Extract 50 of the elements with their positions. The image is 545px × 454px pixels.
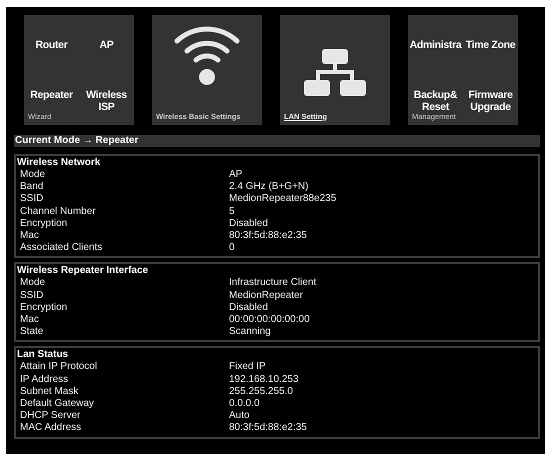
field-label: Mode xyxy=(20,277,46,290)
field-label: Channel Number xyxy=(20,206,97,218)
field-label: Encryption xyxy=(20,218,68,230)
tile-link[interactable]: Firmware Upgrade xyxy=(463,89,518,113)
tile-link[interactable]: Router xyxy=(24,39,79,51)
field-label: Mac xyxy=(20,314,40,326)
tile-link[interactable]: Administra xyxy=(408,39,463,51)
field-value: 80:3f:5d:88:e2:35 xyxy=(229,230,307,242)
tile-link[interactable]: Backup& Reset xyxy=(408,89,463,113)
field-value: 5 xyxy=(229,206,235,218)
field-label: IP Address xyxy=(20,374,70,386)
field-label: Mac xyxy=(20,230,40,242)
field-label: Mode xyxy=(20,169,46,182)
field-value: Infrastructure Client xyxy=(229,277,316,290)
field-value: AP xyxy=(229,169,242,182)
field-value: MedionRepeater88e235 xyxy=(229,193,336,206)
field-label: Subnet Mask xyxy=(20,386,80,398)
field-value: 0 xyxy=(229,242,235,254)
panel-title: Lan Status xyxy=(16,348,70,362)
current-mode-bar: Current Mode → Repeater xyxy=(14,135,540,147)
field-value: Disabled xyxy=(229,302,268,314)
tile-link[interactable]: Repeater xyxy=(24,89,79,101)
field-value: 80:3f:5d:88:e2:35 xyxy=(229,422,307,435)
field-value: 2.4 GHz (B+G+N) xyxy=(229,181,308,194)
field-label: MAC Address xyxy=(20,422,82,435)
field-label: SSID xyxy=(20,290,44,302)
tile-link[interactable]: Time Zone xyxy=(463,39,518,51)
field-value: MedionRepeater xyxy=(229,290,303,302)
tile-link[interactable]: AP xyxy=(79,39,134,51)
panel-title: Wireless Network xyxy=(16,156,102,169)
network-icon xyxy=(304,49,366,97)
field-value: Disabled xyxy=(229,218,268,230)
field-label: Default Gateway xyxy=(20,398,95,410)
field-value: 00:00:00:00:00:00 xyxy=(229,314,310,326)
field-label: Band xyxy=(20,181,44,194)
field-value: Auto xyxy=(229,410,250,422)
field-value: Scanning xyxy=(229,326,271,338)
field-value: 192.168.10.253 xyxy=(229,374,299,386)
field-label: Associated Clients xyxy=(20,242,104,254)
field-label: SSID xyxy=(20,193,44,206)
wifi-icon xyxy=(174,25,240,87)
field-value: 0.0.0.0 xyxy=(229,398,260,410)
field-label: Attain IP Protocol xyxy=(20,361,98,374)
field-label: DHCP Server xyxy=(20,410,82,422)
field-value: 255.255.255.0 xyxy=(229,386,293,398)
field-label: Encryption xyxy=(20,302,68,314)
tile-link[interactable]: Wireless ISP xyxy=(79,89,134,113)
field-label: State xyxy=(20,326,44,338)
field-value: Fixed IP xyxy=(229,361,266,374)
panel-title: Wireless Repeater Interface xyxy=(16,264,150,278)
